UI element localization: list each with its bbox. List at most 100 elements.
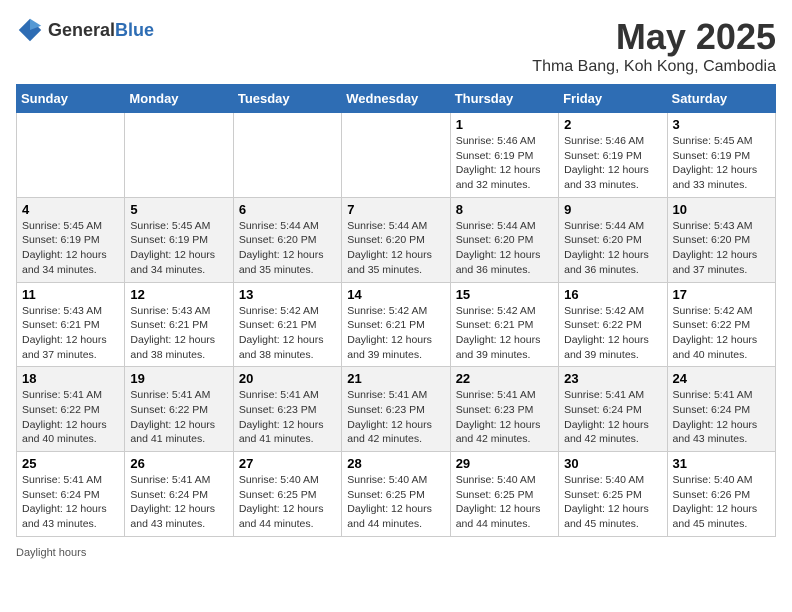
calendar-cell: 28 Sunrise: 5:40 AM Sunset: 6:25 PM Dayli… <box>342 452 450 537</box>
day-info: Sunrise: 5:41 AM Sunset: 6:22 PM Dayligh… <box>130 388 227 447</box>
weekday-header-tuesday: Tuesday <box>233 85 341 113</box>
day-number: 19 <box>130 371 227 386</box>
day-info: Sunrise: 5:41 AM Sunset: 6:24 PM Dayligh… <box>673 388 770 447</box>
calendar-table: SundayMondayTuesdayWednesdayThursdayFrid… <box>16 84 776 537</box>
weekday-header-friday: Friday <box>559 85 667 113</box>
day-info: Sunrise: 5:42 AM Sunset: 6:22 PM Dayligh… <box>673 304 770 363</box>
header: GeneralBlue May 2025 Thma Bang, Koh Kong… <box>16 16 776 76</box>
calendar-cell <box>233 113 341 198</box>
calendar-cell: 18 Sunrise: 5:41 AM Sunset: 6:22 PM Dayli… <box>17 367 125 452</box>
calendar-cell: 24 Sunrise: 5:41 AM Sunset: 6:24 PM Dayli… <box>667 367 775 452</box>
calendar-cell: 3 Sunrise: 5:45 AM Sunset: 6:19 PM Daylig… <box>667 113 775 198</box>
calendar-week-2: 4 Sunrise: 5:45 AM Sunset: 6:19 PM Daylig… <box>17 197 776 282</box>
day-info: Sunrise: 5:45 AM Sunset: 6:19 PM Dayligh… <box>130 219 227 278</box>
calendar-cell: 16 Sunrise: 5:42 AM Sunset: 6:22 PM Dayli… <box>559 282 667 367</box>
weekday-header-wednesday: Wednesday <box>342 85 450 113</box>
calendar-cell <box>342 113 450 198</box>
day-info: Sunrise: 5:44 AM Sunset: 6:20 PM Dayligh… <box>239 219 336 278</box>
day-info: Sunrise: 5:41 AM Sunset: 6:22 PM Dayligh… <box>22 388 119 447</box>
calendar-week-1: 1Sunrise: 5:46 AM Sunset: 6:19 PM Daylig… <box>17 113 776 198</box>
day-info: Sunrise: 5:46 AM Sunset: 6:19 PM Dayligh… <box>456 134 553 193</box>
day-info: Sunrise: 5:40 AM Sunset: 6:25 PM Dayligh… <box>347 473 444 532</box>
calendar-cell <box>125 113 233 198</box>
day-info: Sunrise: 5:42 AM Sunset: 6:21 PM Dayligh… <box>456 304 553 363</box>
day-number: 28 <box>347 456 444 471</box>
calendar-cell: 7Sunrise: 5:44 AM Sunset: 6:20 PM Daylig… <box>342 197 450 282</box>
day-number: 3 <box>673 117 770 132</box>
day-number: 15 <box>456 287 553 302</box>
weekday-header-thursday: Thursday <box>450 85 558 113</box>
day-info: Sunrise: 5:41 AM Sunset: 6:24 PM Dayligh… <box>22 473 119 532</box>
logo-text: GeneralBlue <box>48 20 154 41</box>
day-number: 24 <box>673 371 770 386</box>
calendar-cell: 29 Sunrise: 5:40 AM Sunset: 6:25 PM Dayli… <box>450 452 558 537</box>
calendar-cell: 30 Sunrise: 5:40 AM Sunset: 6:25 PM Dayli… <box>559 452 667 537</box>
calendar-cell: 20 Sunrise: 5:41 AM Sunset: 6:23 PM Dayli… <box>233 367 341 452</box>
day-info: Sunrise: 5:43 AM Sunset: 6:21 PM Dayligh… <box>22 304 119 363</box>
day-info: Sunrise: 5:45 AM Sunset: 6:19 PM Dayligh… <box>22 219 119 278</box>
day-info: Sunrise: 5:40 AM Sunset: 6:25 PM Dayligh… <box>239 473 336 532</box>
day-number: 29 <box>456 456 553 471</box>
calendar-cell: 9Sunrise: 5:44 AM Sunset: 6:20 PM Daylig… <box>559 197 667 282</box>
calendar-cell: 21Sunrise: 5:41 AM Sunset: 6:23 PM Dayli… <box>342 367 450 452</box>
day-info: Sunrise: 5:41 AM Sunset: 6:24 PM Dayligh… <box>130 473 227 532</box>
day-info: Sunrise: 5:45 AM Sunset: 6:19 PM Dayligh… <box>673 134 770 193</box>
day-number: 31 <box>673 456 770 471</box>
weekday-header-row: SundayMondayTuesdayWednesdayThursdayFrid… <box>17 85 776 113</box>
calendar-cell: 26 Sunrise: 5:41 AM Sunset: 6:24 PM Dayli… <box>125 452 233 537</box>
calendar-cell: 31 Sunrise: 5:40 AM Sunset: 6:26 PM Dayli… <box>667 452 775 537</box>
day-info: Sunrise: 5:43 AM Sunset: 6:20 PM Dayligh… <box>673 219 770 278</box>
day-info: Sunrise: 5:44 AM Sunset: 6:20 PM Dayligh… <box>564 219 661 278</box>
daylight-label: Daylight hours <box>16 547 86 559</box>
calendar-cell: 11Sunrise: 5:43 AM Sunset: 6:21 PM Dayli… <box>17 282 125 367</box>
calendar-cell: 6Sunrise: 5:44 AM Sunset: 6:20 PM Daylig… <box>233 197 341 282</box>
calendar-cell: 14Sunrise: 5:42 AM Sunset: 6:21 PM Dayli… <box>342 282 450 367</box>
day-info: Sunrise: 5:40 AM Sunset: 6:25 PM Dayligh… <box>564 473 661 532</box>
calendar-week-5: 25Sunrise: 5:41 AM Sunset: 6:24 PM Dayli… <box>17 452 776 537</box>
day-info: Sunrise: 5:41 AM Sunset: 6:23 PM Dayligh… <box>239 388 336 447</box>
day-number: 12 <box>130 287 227 302</box>
calendar-week-4: 18 Sunrise: 5:41 AM Sunset: 6:22 PM Dayli… <box>17 367 776 452</box>
calendar-cell: 1Sunrise: 5:46 AM Sunset: 6:19 PM Daylig… <box>450 113 558 198</box>
day-number: 8 <box>456 202 553 217</box>
day-info: Sunrise: 5:46 AM Sunset: 6:19 PM Dayligh… <box>564 134 661 193</box>
day-info: Sunrise: 5:42 AM Sunset: 6:22 PM Dayligh… <box>564 304 661 363</box>
day-info: Sunrise: 5:41 AM Sunset: 6:24 PM Dayligh… <box>564 388 661 447</box>
day-number: 4 <box>22 202 119 217</box>
day-number: 30 <box>564 456 661 471</box>
day-number: 17 <box>673 287 770 302</box>
day-info: Sunrise: 5:40 AM Sunset: 6:26 PM Dayligh… <box>673 473 770 532</box>
calendar-cell: 5 Sunrise: 5:45 AM Sunset: 6:19 PM Daylig… <box>125 197 233 282</box>
day-number: 26 <box>130 456 227 471</box>
day-info: Sunrise: 5:40 AM Sunset: 6:25 PM Dayligh… <box>456 473 553 532</box>
day-number: 2 <box>564 117 661 132</box>
calendar-cell: 19 Sunrise: 5:41 AM Sunset: 6:22 PM Dayli… <box>125 367 233 452</box>
logo: GeneralBlue <box>16 16 154 44</box>
logo-icon <box>16 16 44 44</box>
day-number: 10 <box>673 202 770 217</box>
calendar-cell: 2 Sunrise: 5:46 AM Sunset: 6:19 PM Daylig… <box>559 113 667 198</box>
day-number: 22 <box>456 371 553 386</box>
calendar-cell: 10 Sunrise: 5:43 AM Sunset: 6:20 PM Dayli… <box>667 197 775 282</box>
calendar-cell: 17 Sunrise: 5:42 AM Sunset: 6:22 PM Dayli… <box>667 282 775 367</box>
weekday-header-sunday: Sunday <box>17 85 125 113</box>
calendar-cell: 4 Sunrise: 5:45 AM Sunset: 6:19 PM Daylig… <box>17 197 125 282</box>
day-number: 16 <box>564 287 661 302</box>
day-info: Sunrise: 5:43 AM Sunset: 6:21 PM Dayligh… <box>130 304 227 363</box>
day-info: Sunrise: 5:42 AM Sunset: 6:21 PM Dayligh… <box>347 304 444 363</box>
day-number: 7 <box>347 202 444 217</box>
day-info: Sunrise: 5:44 AM Sunset: 6:20 PM Dayligh… <box>456 219 553 278</box>
day-number: 5 <box>130 202 227 217</box>
calendar-week-3: 11Sunrise: 5:43 AM Sunset: 6:21 PM Dayli… <box>17 282 776 367</box>
calendar-cell: 23Sunrise: 5:41 AM Sunset: 6:24 PM Dayli… <box>559 367 667 452</box>
day-info: Sunrise: 5:41 AM Sunset: 6:23 PM Dayligh… <box>456 388 553 447</box>
day-number: 18 <box>22 371 119 386</box>
calendar-cell: 13Sunrise: 5:42 AM Sunset: 6:21 PM Dayli… <box>233 282 341 367</box>
weekday-header-saturday: Saturday <box>667 85 775 113</box>
day-number: 20 <box>239 371 336 386</box>
day-number: 13 <box>239 287 336 302</box>
day-number: 21 <box>347 371 444 386</box>
calendar-cell: 25Sunrise: 5:41 AM Sunset: 6:24 PM Dayli… <box>17 452 125 537</box>
calendar-cell: 22 Sunrise: 5:41 AM Sunset: 6:23 PM Dayli… <box>450 367 558 452</box>
calendar-cell: 15 Sunrise: 5:42 AM Sunset: 6:21 PM Dayli… <box>450 282 558 367</box>
